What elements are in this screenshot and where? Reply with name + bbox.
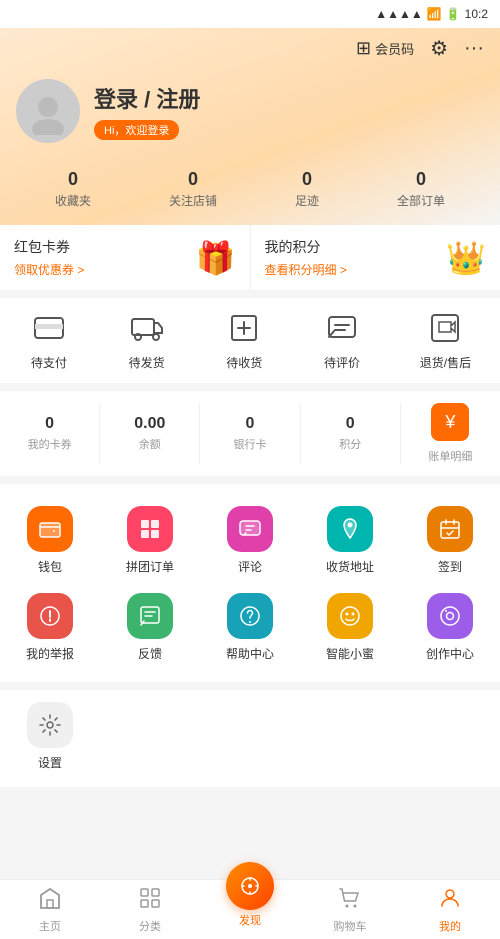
order-pending-review[interactable]: 待评价	[322, 308, 362, 371]
nav-cart[interactable]: 购物车	[300, 886, 400, 934]
feature-ai-bee[interactable]: 智能小蜜	[300, 587, 400, 674]
nav-category[interactable]: 分类	[100, 886, 200, 934]
help-icon	[227, 593, 273, 639]
qr-icon: ⊞	[356, 38, 371, 59]
bottom-nav: 主页 分类 发现 购物车 我的	[0, 879, 500, 939]
order-pending-receipt[interactable]: 待收货	[224, 308, 264, 371]
order-returns[interactable]: 退货/售后	[420, 308, 471, 371]
feature-review[interactable]: 评论	[200, 500, 300, 587]
stat-footprint[interactable]: 0 足迹	[295, 169, 319, 209]
wallet-points[interactable]: 0 积分	[301, 403, 401, 464]
feature-shipping-addr[interactable]: 收货地址	[300, 500, 400, 587]
nav-discover[interactable]: 发现	[200, 882, 300, 928]
settings-button[interactable]: ⚙	[430, 36, 448, 61]
features-grid: 钱包 拼团订单 评论 收货地址 签到	[0, 500, 500, 674]
promo-cards: 红包卡券 领取优惠券 > 🎁 我的积分 查看积分明细 > 👑	[0, 225, 500, 290]
creation-icon	[427, 593, 473, 639]
member-code-button[interactable]: ⊞ 会员码	[356, 38, 414, 59]
pending-receipt-icon	[224, 308, 264, 348]
pending-review-icon	[322, 308, 362, 348]
avatar[interactable]	[16, 79, 80, 143]
shipping-addr-icon	[327, 506, 373, 552]
status-icons: ▲▲▲▲ 📶 🔋 10:2	[375, 7, 488, 21]
stats-row: 0 收藏夹 0 关注店铺 0 足迹 0 全部订单	[16, 159, 484, 225]
wallet-bank-card[interactable]: 0 银行卡	[200, 403, 300, 464]
order-pending-delivery[interactable]: 待发货	[127, 308, 167, 371]
feature-feedback[interactable]: 反馈	[100, 587, 200, 674]
header: ⊞ 会员码 ⚙ ··· 登录 / 注册 Hi，欢迎登录 0 收藏夹 0	[0, 28, 500, 225]
wifi-icon: 📶	[427, 7, 442, 21]
gear-icon: ⚙	[430, 36, 448, 61]
more-icon: ···	[464, 37, 484, 60]
wallet-section: 0 我的卡券 0.00 余额 0 银行卡 0 积分 ¥ 账单明细	[0, 391, 500, 476]
settings-icon	[27, 702, 73, 748]
signal-icon: ▲▲▲▲	[375, 7, 423, 21]
top-actions: ⊞ 会员码 ⚙ ···	[16, 36, 484, 71]
ai-bee-icon	[327, 593, 373, 639]
category-icon	[138, 886, 162, 916]
feature-creation[interactable]: 创作中心	[400, 587, 500, 674]
report-icon	[27, 593, 73, 639]
wallet-bill-detail[interactable]: ¥ 账单明细	[401, 391, 500, 476]
pending-payment-icon	[29, 308, 69, 348]
nav-me[interactable]: 我的	[400, 886, 500, 934]
nav-home[interactable]: 主页	[0, 886, 100, 934]
wallet-my-vouchers[interactable]: 0 我的卡券	[0, 403, 100, 464]
feedback-icon	[127, 593, 173, 639]
orders-section: 待支付 待发货 待收货 待评价 退货/售后	[0, 298, 500, 383]
voucher-icon: 🎁	[196, 239, 236, 277]
stat-followed-stores[interactable]: 0 关注店铺	[169, 169, 217, 209]
group-order-icon	[127, 506, 173, 552]
user-name[interactable]: 登录 / 注册	[94, 82, 200, 114]
wallet-feature-icon	[27, 506, 73, 552]
settings-row: 设置	[0, 690, 500, 787]
cart-icon	[338, 886, 362, 916]
pending-delivery-icon	[127, 308, 167, 348]
wallet-balance[interactable]: 0.00 余额	[100, 403, 200, 464]
member-code-label: 会员码	[375, 39, 414, 58]
order-pending-payment[interactable]: 待支付	[29, 308, 69, 371]
user-section: 登录 / 注册 Hi，欢迎登录	[16, 71, 484, 159]
status-bar: ▲▲▲▲ 📶 🔋 10:2	[0, 0, 500, 28]
stat-all-orders[interactable]: 0 全部订单	[397, 169, 445, 209]
welcome-badge[interactable]: Hi，欢迎登录	[94, 120, 179, 140]
feature-checkin[interactable]: 签到	[400, 500, 500, 587]
returns-icon	[425, 308, 465, 348]
feature-help[interactable]: 帮助中心	[200, 587, 300, 674]
bill-icon: ¥	[431, 403, 469, 441]
feature-group-order[interactable]: 拼团订单	[100, 500, 200, 587]
user-info: 登录 / 注册 Hi，欢迎登录	[94, 82, 200, 140]
me-icon	[438, 886, 462, 916]
time-display: 10:2	[465, 7, 488, 21]
voucher-card[interactable]: 红包卡券 领取优惠券 > 🎁	[0, 225, 251, 290]
checkin-icon	[427, 506, 473, 552]
points-card[interactable]: 我的积分 查看积分明细 > 👑	[251, 225, 500, 290]
avatar-svg	[24, 87, 72, 135]
settings-item[interactable]: 设置	[20, 702, 80, 771]
feature-wallet[interactable]: 钱包	[0, 500, 100, 587]
orders-row: 待支付 待发货 待收货 待评价 退货/售后	[0, 298, 500, 383]
review-icon	[227, 506, 273, 552]
voucher-info: 红包卡券 领取优惠券 >	[14, 237, 84, 278]
feature-report[interactable]: 我的举报	[0, 587, 100, 674]
points-icon: 👑	[446, 239, 486, 277]
discover-button[interactable]	[226, 862, 274, 910]
more-button[interactable]: ···	[464, 37, 484, 60]
features-section: 钱包 拼团订单 评论 收货地址 签到	[0, 484, 500, 682]
home-icon	[38, 886, 62, 916]
points-info: 我的积分 查看积分明细 >	[265, 237, 347, 278]
battery-icon: 🔋	[446, 7, 461, 21]
stat-favorites[interactable]: 0 收藏夹	[55, 169, 91, 209]
